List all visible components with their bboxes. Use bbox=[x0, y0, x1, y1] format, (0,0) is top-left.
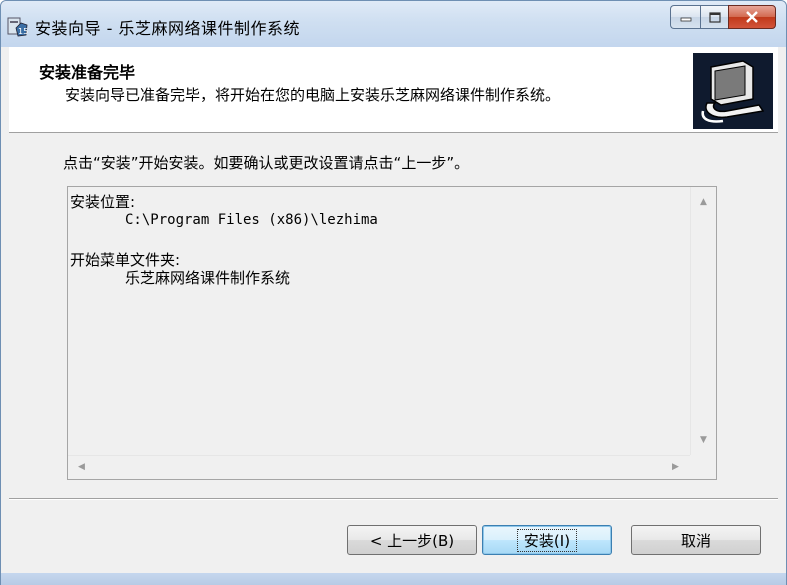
back-button[interactable]: < 上一步(B) bbox=[347, 525, 477, 555]
window-title: 安装向导 - 乐芝麻网络课件制作系统 bbox=[35, 19, 300, 38]
app-setup-icon: 15 bbox=[7, 17, 28, 37]
install-location-value: C:\Program Files (x86)\lezhima bbox=[125, 212, 378, 228]
start-menu-value: 乐芝麻网络课件制作系统 bbox=[125, 269, 291, 287]
install-button-label: 安装(I) bbox=[516, 528, 578, 552]
minimize-button[interactable] bbox=[670, 5, 700, 29]
minimize-icon bbox=[680, 17, 691, 22]
installer-computer-icon bbox=[693, 53, 773, 129]
title-bar[interactable]: 15 安装向导 - 乐芝麻网络课件制作系统 bbox=[1, 1, 786, 47]
window-controls bbox=[670, 5, 776, 29]
scroll-down-icon[interactable]: ▼ bbox=[700, 435, 707, 445]
page-subtitle: 安装向导已准备完毕，将开始在您的电脑上安装乐芝麻网络课件制作系统。 bbox=[65, 86, 561, 104]
scroll-up-icon[interactable]: ▲ bbox=[700, 197, 707, 207]
installer-window: 15 安装向导 - 乐芝麻网络课件制作系统 安装准备完毕 安装向导已准备完毕，将… bbox=[0, 0, 787, 585]
vertical-scrollbar[interactable]: ▲ ▼ bbox=[690, 187, 716, 455]
install-button[interactable]: 安装(I) bbox=[482, 525, 612, 555]
scroll-left-icon[interactable]: ◀ bbox=[78, 462, 85, 472]
install-summary-memo[interactable]: 安装位置: C:\Program Files (x86)\lezhima 开始菜… bbox=[67, 186, 717, 480]
instruction-text: 点击“安装”开始安装。如要确认或更改设置请点击“上一步”。 bbox=[63, 154, 470, 172]
scroll-right-icon[interactable]: ▶ bbox=[672, 462, 679, 472]
start-menu-label: 开始菜单文件夹: bbox=[70, 251, 181, 269]
install-location-label: 安装位置: bbox=[70, 193, 136, 211]
memo-content: 安装位置: C:\Program Files (x86)\lezhima 开始菜… bbox=[70, 193, 688, 455]
scrollbar-corner bbox=[690, 455, 716, 479]
button-divider bbox=[9, 498, 778, 500]
cancel-button[interactable]: 取消 bbox=[631, 525, 761, 555]
horizontal-scrollbar[interactable]: ◀ ▶ bbox=[68, 455, 690, 479]
window-bottom-frame bbox=[1, 573, 786, 585]
maximize-button[interactable] bbox=[700, 5, 728, 29]
page-title: 安装准备完毕 bbox=[39, 63, 136, 82]
close-icon bbox=[746, 11, 758, 23]
memo-spacer bbox=[70, 229, 688, 251]
maximize-icon bbox=[708, 11, 721, 23]
wizard-header: 安装准备完毕 安装向导已准备完毕，将开始在您的电脑上安装乐芝麻网络课件制作系统。 bbox=[9, 47, 778, 133]
svg-text:15: 15 bbox=[18, 27, 28, 36]
close-button[interactable] bbox=[728, 5, 776, 29]
